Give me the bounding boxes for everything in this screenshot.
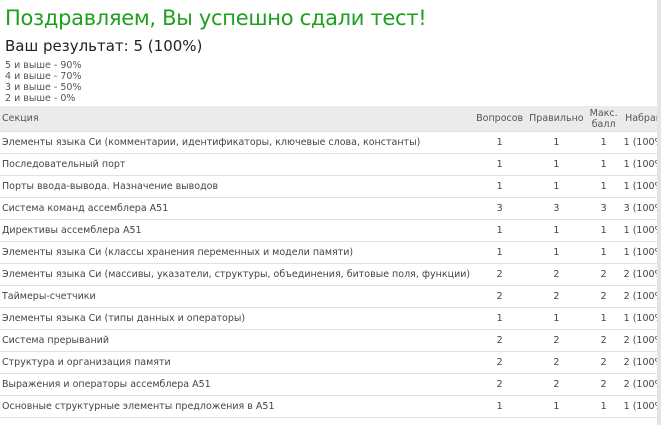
cell-max-score: 1 (586, 175, 621, 198)
table-row: Система команд ассемблера A51 3 3 3 3 (100%) (0, 197, 666, 220)
cell-max-score: 1 (586, 219, 621, 242)
cell-max-score: 1 (586, 241, 621, 264)
cell-questions: 1 (473, 175, 527, 198)
cell-correct: 1 (526, 395, 587, 418)
cell-max-score: 2 (586, 285, 621, 308)
table-row: Выражения и операторы ассемблера A51 2 2 2 2… (0, 373, 666, 396)
grade-line: 4 и выше - 70% (5, 71, 82, 82)
cell-max-score: 2 (586, 329, 621, 352)
cell-questions: 2 (473, 285, 527, 308)
success-heading: Поздравляем, Вы успешно сдали тест! (5, 6, 427, 30)
results-table: Секция Вопросов Правильно Макс. балл Наб… (0, 106, 666, 418)
table-row: Директивы ассемблера A51 1 1 1 1 (100%) (0, 219, 666, 242)
grade-line: 3 и выше - 50% (5, 82, 82, 93)
cell-correct: 2 (526, 351, 587, 374)
cell-section: Выражения и операторы ассемблера A51 (0, 373, 474, 396)
cell-max-score: 3 (586, 197, 621, 220)
cell-questions: 3 (473, 197, 527, 220)
table-row: Элементы языка Си (классы хранения перем… (0, 241, 666, 264)
cell-section: Структура и организация памяти (0, 351, 474, 374)
table-row: Система прерываний 2 2 2 2 (100%) (0, 329, 666, 352)
cell-questions: 1 (473, 241, 527, 264)
cell-questions: 1 (473, 219, 527, 242)
cell-correct: 3 (526, 197, 587, 220)
score-result: Ваш результат: 5 (100%) (5, 37, 203, 55)
cell-correct: 1 (526, 153, 587, 176)
grade-scale: 5 и выше - 90% 4 и выше - 70% 3 и выше -… (5, 60, 81, 104)
cell-max-score: 1 (586, 153, 621, 176)
column-header-questions: Вопросов (473, 106, 527, 132)
grade-line: 2 и выше - 0% (5, 93, 76, 104)
table-row: Элементы языка Си (комментарии, идентифи… (0, 131, 666, 154)
cell-correct: 1 (526, 131, 587, 154)
cell-max-score: 2 (586, 263, 621, 286)
cell-max-score: 2 (586, 373, 621, 396)
cell-questions: 2 (473, 263, 527, 286)
column-header-correct: Правильно (526, 106, 587, 132)
cell-max-score: 1 (586, 395, 621, 418)
cell-section: Элементы языка Си (массивы, указатели, с… (0, 263, 474, 286)
column-header-section: Секция (0, 106, 474, 132)
table-row: Таймеры-счетчики 2 2 2 2 (100%) (0, 285, 666, 308)
cell-section: Элементы языка Си (классы хранения перем… (0, 241, 474, 264)
cell-section: Основные структурные элементы предложени… (0, 395, 474, 418)
grade-line: 5 и выше - 90% (5, 60, 82, 71)
cell-correct: 2 (526, 285, 587, 308)
cell-max-score: 1 (586, 131, 621, 154)
cell-section: Система прерываний (0, 329, 474, 352)
table-row: Элементы языка Си (типы данных и операто… (0, 307, 666, 330)
cell-section: Порты ввода-вывода. Назначение выводов (0, 175, 474, 198)
cell-questions: 2 (473, 373, 527, 396)
cell-section: Таймеры-счетчики (0, 285, 474, 308)
cell-correct: 2 (526, 329, 587, 352)
cell-section: Система команд ассемблера A51 (0, 197, 474, 220)
cell-max-score: 1 (586, 307, 621, 330)
cell-correct: 2 (526, 373, 587, 396)
cell-questions: 1 (473, 131, 527, 154)
table-row: Основные структурные элементы предложени… (0, 395, 666, 418)
cell-questions: 2 (473, 351, 527, 374)
cell-section: Элементы языка Си (комментарии, идентифи… (0, 131, 474, 154)
table-row: Порты ввода-вывода. Назначение выводов 1 1… (0, 175, 666, 198)
cell-max-score: 2 (586, 351, 621, 374)
cell-questions: 2 (473, 329, 527, 352)
cell-correct: 1 (526, 175, 587, 198)
table-row: Элементы языка Си (массивы, указатели, с… (0, 263, 666, 286)
cell-section: Последовательный порт (0, 153, 474, 176)
table-row: Структура и организация памяти 2 2 2 2 (100%… (0, 351, 666, 374)
cell-questions: 1 (473, 395, 527, 418)
cell-correct: 1 (526, 307, 587, 330)
cell-correct: 1 (526, 219, 587, 242)
cell-correct: 1 (526, 241, 587, 264)
table-header-row: Секция Вопросов Правильно Макс. балл Наб… (0, 106, 666, 132)
cell-questions: 1 (473, 153, 527, 176)
table-row: Последовательный порт 1 1 1 1 (100%) (0, 153, 666, 176)
cell-correct: 2 (526, 263, 587, 286)
right-edge-border (657, 0, 666, 425)
column-header-max-score: Макс. балл (586, 106, 621, 132)
cell-section: Элементы языка Си (типы данных и операто… (0, 307, 474, 330)
cell-questions: 1 (473, 307, 527, 330)
cell-section: Директивы ассемблера A51 (0, 219, 474, 242)
